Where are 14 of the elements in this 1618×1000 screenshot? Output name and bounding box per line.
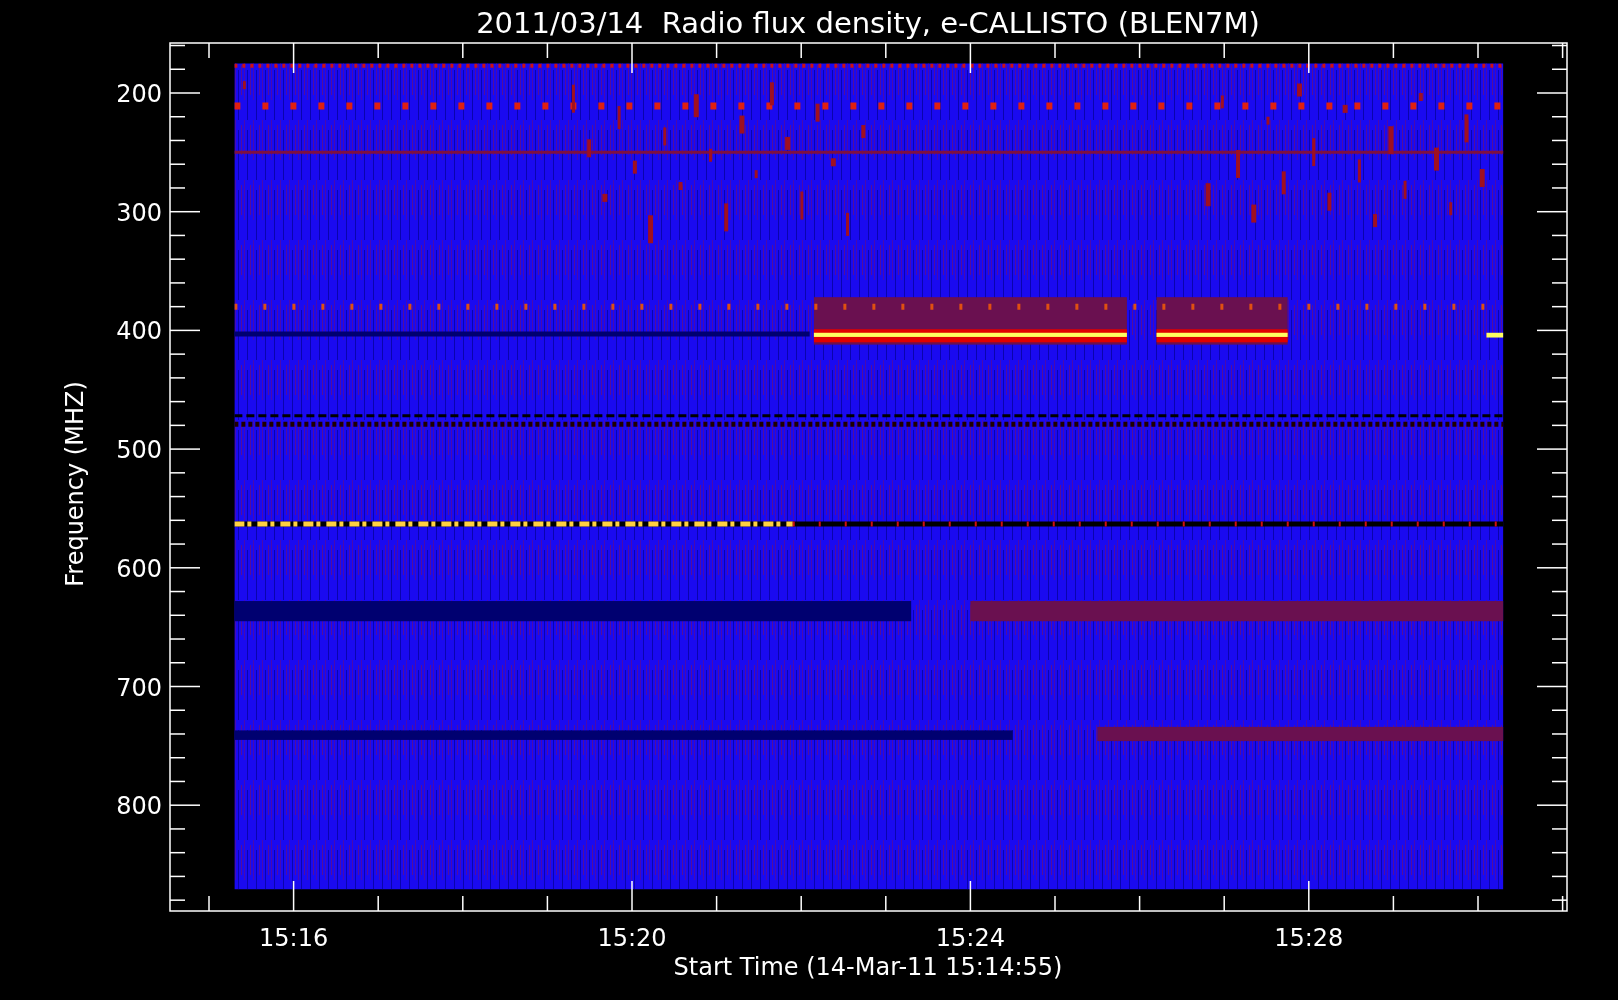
- y-tick-label: 700: [116, 673, 162, 702]
- y-tick-label: 800: [116, 792, 162, 821]
- y-tick-label: 600: [116, 554, 162, 583]
- y-tick-label: 500: [116, 436, 162, 465]
- x-tick-label: 15:28: [1274, 924, 1344, 952]
- x-tick-label: 15:16: [259, 924, 329, 952]
- y-tick-label: 200: [116, 80, 162, 108]
- x-axis-label: Start Time (14-Mar-11 15:14:55): [673, 953, 1063, 981]
- y-axis-label: Frequency (MHZ): [61, 381, 89, 587]
- x-tick-label: 15:24: [935, 924, 1005, 952]
- chart-title: 2011/03/14 Radio flux density, e-CALLISTO (BLEN7M): [476, 6, 1260, 40]
- y-tick-label: 300: [116, 198, 162, 227]
- x-tick-label: 15:20: [597, 924, 667, 952]
- y-tick-label: 400: [116, 317, 162, 346]
